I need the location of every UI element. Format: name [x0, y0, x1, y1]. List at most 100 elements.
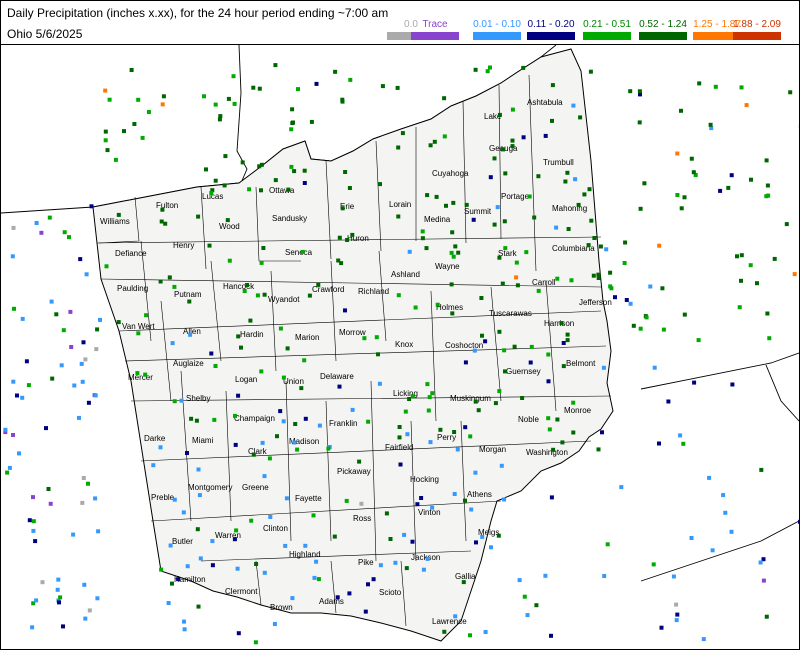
- station-marker: [290, 121, 295, 126]
- station-marker: [421, 567, 426, 572]
- station-marker: [303, 543, 308, 548]
- station-marker: [536, 174, 541, 179]
- station-marker: [26, 383, 31, 388]
- station-marker: [502, 219, 507, 224]
- station-marker: [232, 101, 237, 106]
- county-label: Perry: [437, 433, 456, 442]
- station-marker: [347, 186, 352, 190]
- station-marker: [623, 240, 628, 245]
- station-marker: [497, 112, 502, 117]
- station-marker: [56, 577, 61, 582]
- county-label: Lorain: [389, 200, 411, 209]
- station-marker: [468, 633, 472, 638]
- station-marker: [222, 183, 227, 188]
- station-marker: [729, 173, 734, 178]
- station-marker: [284, 496, 289, 501]
- station-marker: [182, 619, 186, 624]
- station-marker: [497, 255, 502, 260]
- station-marker: [735, 254, 739, 259]
- county-label: Athens: [467, 490, 492, 499]
- station-marker: [197, 493, 202, 498]
- station-marker: [678, 433, 683, 438]
- station-marker: [628, 89, 633, 94]
- county-label: Adams: [319, 597, 344, 606]
- station-marker: [549, 633, 553, 638]
- station-marker: [86, 481, 90, 486]
- county-label: Hancock: [223, 282, 255, 291]
- station-marker: [198, 556, 203, 561]
- county-label: Pickaway: [337, 467, 371, 476]
- station-marker: [89, 204, 94, 209]
- station-marker: [151, 463, 156, 468]
- county-label: Highland: [289, 550, 321, 559]
- station-marker: [425, 382, 430, 387]
- station-marker: [758, 560, 763, 565]
- station-marker: [485, 69, 490, 74]
- station-marker: [129, 68, 134, 72]
- station-marker: [764, 158, 769, 163]
- station-marker: [343, 308, 347, 313]
- station-marker: [527, 194, 532, 199]
- station-marker: [648, 284, 653, 289]
- station-marker: [563, 179, 568, 184]
- station-marker: [759, 467, 764, 472]
- station-marker: [314, 81, 319, 86]
- station-marker: [195, 527, 200, 532]
- county-label: Cuyahoga: [432, 169, 469, 178]
- station-marker: [502, 497, 507, 502]
- station-marker: [638, 206, 643, 211]
- county-label: Morrow: [339, 328, 366, 337]
- station-marker: [223, 154, 228, 159]
- station-marker: [451, 254, 456, 259]
- station-marker: [272, 622, 277, 626]
- station-marker: [80, 500, 85, 505]
- station-marker: [95, 596, 100, 601]
- station-marker: [94, 347, 99, 352]
- station-marker: [560, 440, 565, 445]
- station-marker: [81, 340, 86, 345]
- station-marker: [82, 582, 87, 587]
- station-marker: [483, 630, 488, 634]
- station-marker: [11, 379, 16, 384]
- legend-swatch: [639, 32, 687, 40]
- station-marker: [10, 254, 15, 259]
- station-marker: [461, 580, 466, 585]
- county-label: Montgomery: [188, 483, 232, 492]
- station-marker: [691, 170, 696, 175]
- station-marker: [116, 212, 121, 217]
- station-marker: [374, 335, 379, 340]
- legend-swatch: [733, 32, 781, 40]
- station-marker: [622, 261, 627, 265]
- station-marker: [637, 89, 642, 94]
- station-marker: [93, 496, 98, 501]
- station-marker: [396, 145, 401, 150]
- station-marker: [571, 430, 576, 435]
- station-marker: [707, 475, 712, 480]
- station-marker: [388, 537, 393, 541]
- legend-swatch: [473, 32, 521, 40]
- station-marker: [589, 218, 594, 223]
- station-marker: [55, 587, 60, 592]
- station-marker: [33, 539, 38, 544]
- station-marker: [444, 203, 448, 208]
- station-marker: [480, 333, 484, 338]
- station-marker: [410, 394, 415, 399]
- station-marker: [510, 138, 515, 143]
- station-marker: [546, 416, 551, 421]
- station-marker: [213, 102, 218, 107]
- station-marker: [463, 360, 468, 365]
- station-marker: [159, 567, 164, 572]
- station-marker: [561, 341, 566, 345]
- station-marker: [30, 625, 35, 630]
- station-marker: [604, 247, 609, 252]
- station-marker: [260, 440, 265, 445]
- county-label: Wyandot: [268, 295, 300, 304]
- station-marker: [59, 363, 64, 368]
- station-marker: [225, 218, 230, 223]
- station-marker: [453, 614, 458, 619]
- station-marker: [95, 327, 100, 332]
- station-marker: [749, 177, 753, 182]
- station-marker: [767, 336, 772, 341]
- station-marker: [464, 202, 469, 207]
- station-marker: [289, 164, 294, 169]
